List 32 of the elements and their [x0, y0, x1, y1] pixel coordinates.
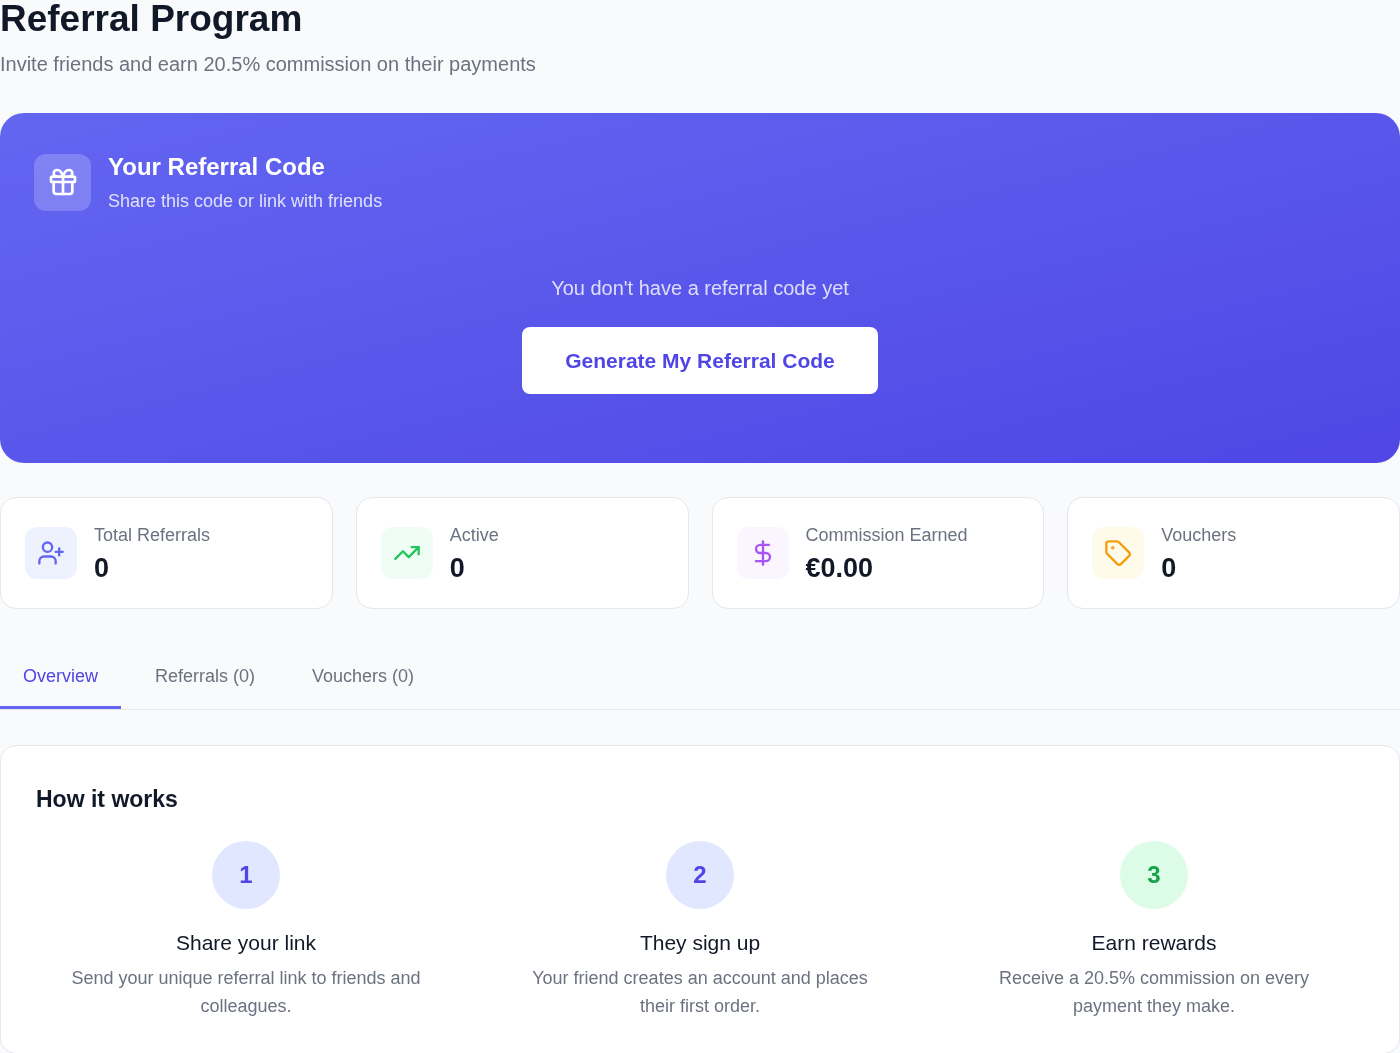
- step-description: Your friend creates an account and places their first order.: [531, 967, 869, 1018]
- step-number: 1: [212, 841, 280, 909]
- stat-value: 0: [449, 551, 466, 584]
- tab[interactable]: Overview: [0, 644, 121, 709]
- user-plus-icon: [25, 527, 77, 579]
- trend-up-icon: [380, 527, 433, 579]
- gift-icon: [34, 153, 91, 211]
- stat-label: Commission Earned: [805, 523, 968, 547]
- step-title: They sign up: [639, 930, 761, 956]
- tab[interactable]: Vouchers (0): [289, 644, 438, 709]
- stat-value: 0: [1161, 551, 1178, 584]
- step-number: 3: [1120, 841, 1188, 909]
- page-title: Referral Program: [0, 0, 304, 37]
- step-title: Share your link: [175, 930, 317, 956]
- generate-code-button[interactable]: Generate My Referral Code: [522, 327, 878, 394]
- stat-value: €0.00: [805, 551, 875, 584]
- section-heading: How it works: [36, 785, 179, 814]
- banner-subtitle: Share this code or link with friends: [108, 190, 383, 213]
- tag-icon: [1092, 527, 1145, 579]
- banner-title: Your Referral Code: [108, 152, 326, 182]
- stat-label: Vouchers: [1161, 523, 1237, 547]
- step-description: Receive a 20.5% commission on every payment they make.: [997, 967, 1311, 1018]
- step-number: 2: [666, 841, 734, 909]
- step-title: Earn rewards: [1091, 930, 1217, 956]
- empty-state-message: You don't have a referral code yet: [551, 276, 849, 301]
- stat-value: 0: [94, 551, 111, 584]
- stat-label: Active: [449, 523, 499, 547]
- page-subtitle: Invite friends and earn 20.5% commission on their payments: [0, 52, 537, 77]
- dollar-icon: [736, 527, 789, 579]
- stat-label: Total Referrals: [94, 523, 211, 547]
- step-description: Send your unique referral link to friends and colleagues.: [70, 967, 422, 1018]
- tab[interactable]: Referrals (0): [132, 644, 279, 709]
